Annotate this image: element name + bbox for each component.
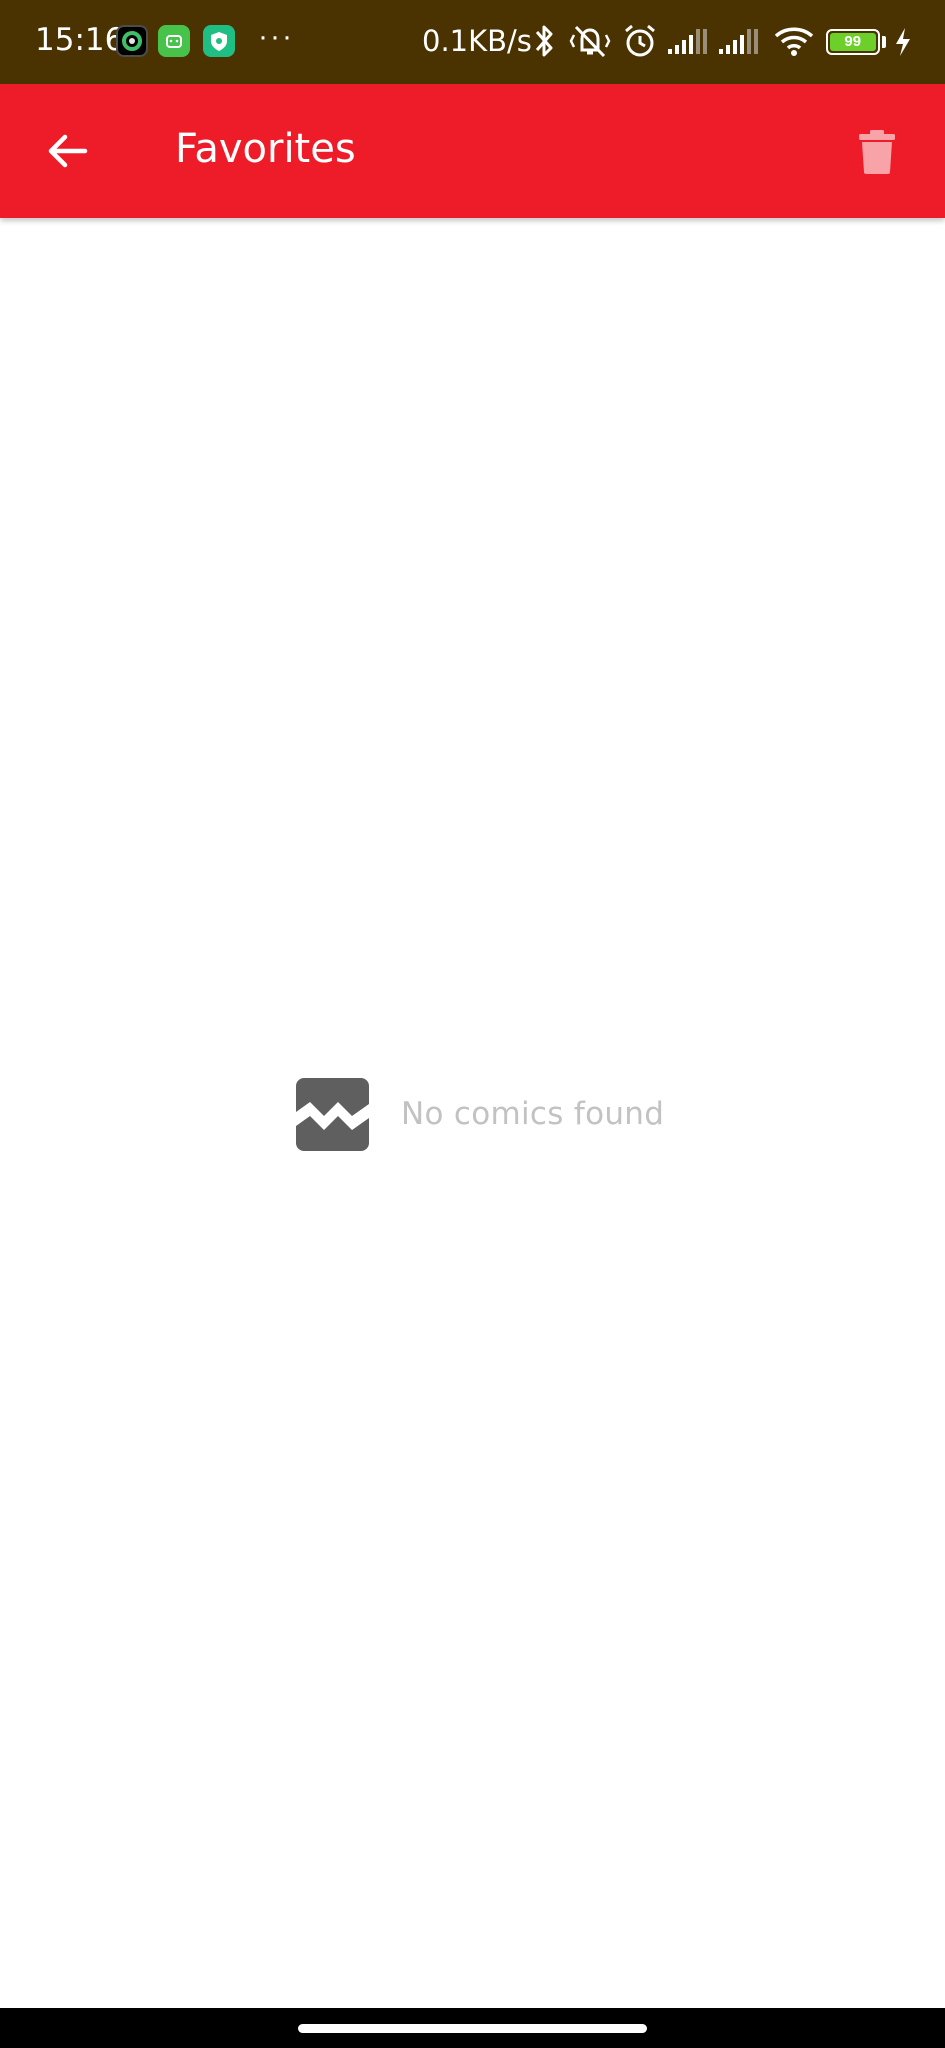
network-speed: 0.1KB/s — [422, 24, 532, 58]
charging-icon — [893, 26, 913, 63]
page-title: Favorites — [175, 126, 356, 172]
navigation-bar — [0, 2008, 945, 2048]
signal-icon — [666, 22, 710, 65]
app-bar: Favorites — [0, 84, 945, 218]
battery-tip — [882, 36, 886, 48]
alarm-icon — [622, 22, 658, 65]
trash-icon — [859, 130, 895, 174]
bluetooth-icon — [532, 22, 558, 65]
empty-state: No comics found — [296, 1077, 664, 1151]
android-notification-icon — [158, 25, 190, 57]
vibrate-silent-icon — [568, 22, 612, 65]
status-bar: 15:16 ··· 0.1KB/s 99 — [0, 0, 945, 84]
more-notifications-indicator: ··· — [258, 20, 294, 53]
status-time: 15:16 — [35, 22, 125, 58]
shield-notification-icon — [203, 25, 235, 57]
empty-message: No comics found — [401, 1096, 665, 1132]
home-indicator[interactable] — [298, 2024, 647, 2033]
delete-all-button[interactable] — [840, 118, 914, 186]
arrow-back-icon — [48, 134, 88, 168]
battery-level: 99 — [830, 33, 876, 51]
app-notification-icon — [116, 25, 148, 57]
wifi-icon — [773, 22, 815, 65]
broken-image-icon — [296, 1077, 369, 1151]
signal-icon — [717, 22, 761, 65]
battery-indicator: 99 — [826, 29, 880, 55]
back-button[interactable] — [30, 114, 104, 188]
